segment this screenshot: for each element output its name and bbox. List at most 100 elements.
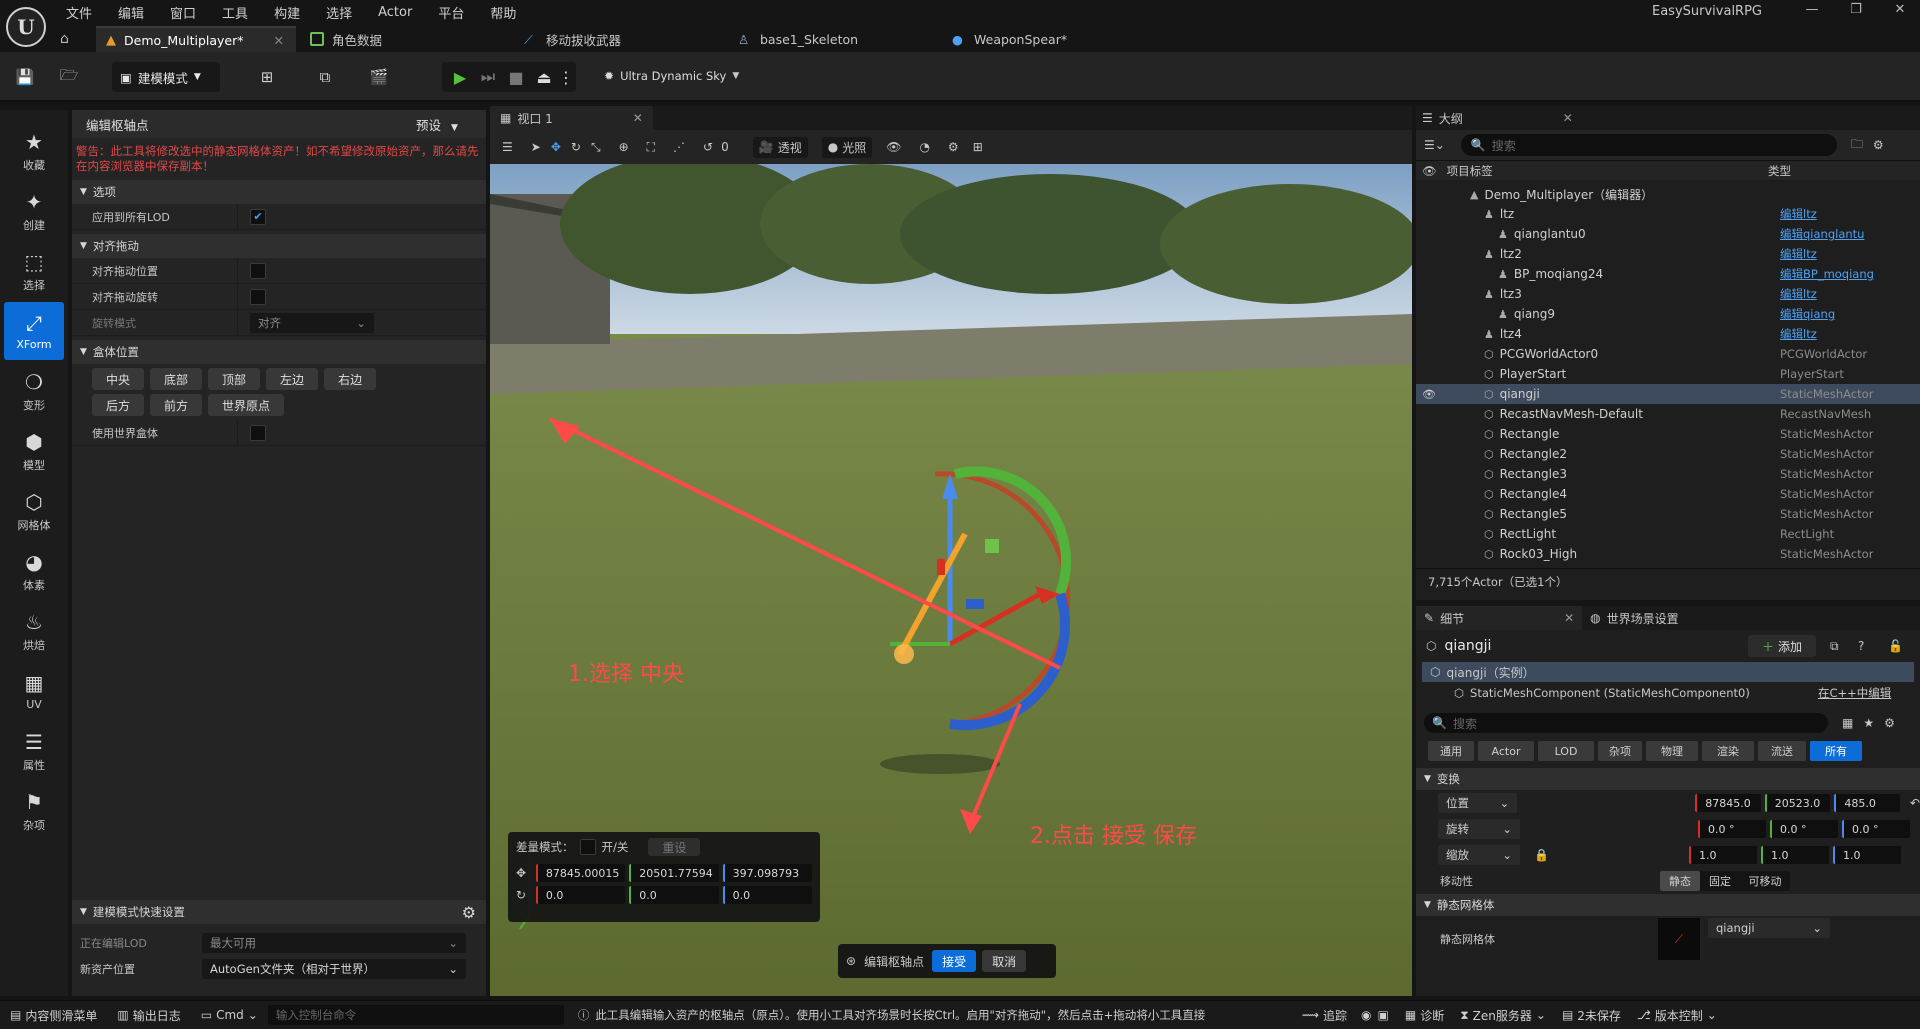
scale-dropdown[interactable]: 缩放 ⌄	[1438, 845, 1520, 865]
translate-icon[interactable]: ✥	[551, 140, 561, 154]
world-origin-button[interactable]: 世界原点	[208, 394, 285, 416]
tab-character-data[interactable]: 角色数据	[300, 26, 510, 52]
rotation-snap-icon[interactable]: ↺	[703, 140, 713, 154]
filter-all[interactable]: 所有	[1810, 741, 1862, 761]
outliner-row[interactable]: ⬡ RecastNavMesh-Default RecastNavMesh	[1416, 404, 1920, 424]
outliner-row[interactable]: ♟ ltz4 编辑ltz	[1416, 324, 1920, 344]
surface-snap-icon[interactable]: ⛶	[647, 140, 655, 155]
minimize-icon[interactable]: —	[1790, 2, 1834, 17]
mode-select-button[interactable]: ▣ 建模模式 ▼	[112, 62, 220, 92]
instance-row[interactable]: ⬡ qiangji（实例）	[1422, 662, 1914, 682]
lock-icon[interactable]: 🔒	[1534, 848, 1549, 862]
tab-weapon-spear[interactable]: ● WeaponSpear*	[942, 26, 1122, 52]
outliner-row[interactable]: ♟ ltz2 编辑ltz	[1416, 244, 1920, 264]
filter-common[interactable]: 通用	[1428, 741, 1474, 761]
category-select[interactable]: ⬚ 选择	[4, 242, 64, 300]
transform-section[interactable]: ▼ 变换	[1416, 768, 1920, 790]
viewport-tab[interactable]: ▦ 视口 1 ✕	[490, 106, 653, 130]
category-mesh[interactable]: ⬡ 网格体	[4, 482, 64, 540]
lock-icon[interactable]: 🔓	[1888, 639, 1903, 653]
new-asset-dropdown[interactable]: AutoGen文件夹（相对于世界） ⌄	[202, 959, 466, 979]
grid-view-icon[interactable]: ▦	[1842, 716, 1853, 730]
category-xform[interactable]: ⤢ XForm	[4, 302, 64, 360]
close-icon[interactable]: ✕	[1878, 2, 1920, 17]
layout-icon[interactable]: ⊞	[973, 140, 983, 154]
column-label[interactable]: 项目标签	[1447, 163, 1493, 179]
tab-world-settings[interactable]: ◍ 世界场景设置	[1582, 610, 1687, 627]
close-tab-icon[interactable]: ✕	[1563, 111, 1573, 125]
outliner-row[interactable]: ♟ ltz 编辑ltz	[1416, 204, 1920, 224]
use-world-box-checkbox[interactable]	[250, 424, 266, 441]
tab-demo-multiplayer[interactable]: ▲ Demo_Multiplayer* ✕	[96, 26, 296, 52]
eject-icon[interactable]: ⏏	[530, 68, 558, 87]
edit-cpp-link[interactable]: 在C++中编辑	[1818, 685, 1891, 701]
pivot-rot-x-input[interactable]: 0.0	[535, 886, 626, 904]
edit-blueprint-link[interactable]: 编辑ltz	[1780, 286, 1817, 302]
mobility-stationary[interactable]: 固定	[1700, 871, 1740, 891]
record-icon[interactable]: ◉	[1361, 1008, 1371, 1022]
outliner-row[interactable]: ⬡ Rectangle StaticMeshActor	[1416, 424, 1920, 444]
mobility-static[interactable]: 静态	[1660, 871, 1700, 891]
performance-icon[interactable]: ◔	[919, 140, 929, 154]
outliner-row[interactable]: ⬡ Rectangle5 StaticMeshActor	[1416, 504, 1920, 524]
perspective-dropdown[interactable]: 🎥 透视	[752, 136, 808, 158]
show-flags-icon[interactable]: 👁	[886, 140, 901, 154]
outliner-row[interactable]: ♟ qianglantu0 编辑qianglantu	[1416, 224, 1920, 244]
component-row[interactable]: ⬡ StaticMeshComponent (StaticMeshCompone…	[1416, 682, 1920, 704]
help-icon[interactable]: ?	[1858, 639, 1864, 653]
filter-lod[interactable]: LOD	[1538, 741, 1594, 761]
top-button[interactable]: 顶部	[208, 368, 261, 390]
filter-physics[interactable]: 物理	[1646, 741, 1698, 761]
rotate-icon[interactable]: ↻	[571, 140, 581, 154]
blueprint-icon[interactable]: ⧉	[310, 62, 340, 92]
outliner-row[interactable]: ⬡ Rectangle4 StaticMeshActor	[1416, 484, 1920, 504]
apply-lod-checkbox[interactable]: ✔	[250, 208, 266, 225]
edit-blueprint-link[interactable]: 编辑qiang	[1780, 306, 1835, 322]
trace-button[interactable]: ⟿ 追踪	[1302, 1007, 1347, 1024]
menu-platform[interactable]: 平台	[438, 3, 464, 22]
back-button[interactable]: 后方	[92, 394, 145, 416]
section-header[interactable]: ▼ 选项	[72, 180, 486, 204]
pivot-rot-z-input[interactable]: 0.0	[722, 886, 813, 904]
location-z[interactable]: 485.0	[1834, 794, 1900, 812]
align-rot-checkbox[interactable]	[250, 288, 266, 305]
scale-x[interactable]: 1.0	[1688, 846, 1757, 864]
home-icon[interactable]: ⌂	[60, 31, 90, 47]
scale-y[interactable]: 1.0	[1760, 846, 1829, 864]
category-bake[interactable]: ♨ 烘焙	[4, 602, 64, 660]
details-search-input[interactable]: 🔍 搜索	[1424, 713, 1828, 733]
delta-toggle-checkbox[interactable]	[579, 839, 596, 855]
edit-blueprint-link[interactable]: 编辑BP_moqiang	[1780, 266, 1874, 282]
filter-actor[interactable]: Actor	[1478, 741, 1534, 761]
static-mesh-dropdown[interactable]: qiangji ⌄	[1708, 918, 1830, 938]
output-log-button[interactable]: ▥ 输出日志	[107, 1007, 190, 1024]
outliner-row[interactable]: ⬡ Rectangle3 StaticMeshActor	[1416, 464, 1920, 484]
diagnostics-button[interactable]: ▦ 诊断	[1405, 1007, 1444, 1024]
tab-skeleton[interactable]: ♙ base1_Skeleton	[728, 26, 938, 52]
unreal-logo[interactable]: U	[6, 7, 46, 47]
scale-icon[interactable]: ⤡	[591, 140, 601, 155]
front-button[interactable]: 前方	[150, 394, 203, 416]
close-tab-icon[interactable]: ✕	[274, 33, 284, 48]
menu-build[interactable]: 构建	[274, 3, 300, 22]
pivot-z-input[interactable]: 397.098793	[722, 864, 813, 882]
visibility-icon[interactable]: 👁	[1422, 388, 1436, 401]
filter-icon[interactable]: ☰⌄	[1424, 138, 1445, 152]
category-misc[interactable]: ⚑ 杂项	[4, 782, 64, 840]
cmd-dropdown[interactable]: ▭ Cmd ⌄	[191, 1008, 268, 1022]
gear-icon[interactable]: ⚙	[1884, 716, 1895, 730]
pivot-x-input[interactable]: 87845.00015	[535, 864, 626, 882]
zen-server-button[interactable]: ⧗ Zen服务器 ⌄	[1460, 1007, 1546, 1024]
camera-icon[interactable]: ▣	[1378, 1008, 1389, 1022]
gear-icon[interactable]: ⚙	[1873, 138, 1884, 152]
outliner-row[interactable]: ♟ qiang9 编辑qiang	[1416, 304, 1920, 324]
outliner-row[interactable]: ⬡ Rectangle2 StaticMeshActor	[1416, 444, 1920, 464]
select-mode-icon[interactable]: ➤	[531, 140, 541, 154]
edit-blueprint-link[interactable]: 编辑ltz	[1780, 326, 1817, 342]
outliner-row[interactable]: 👁 ⬡ qiangji StaticMeshActor	[1416, 384, 1920, 404]
snap-value[interactable]: 0	[721, 140, 729, 154]
star-icon[interactable]: ★	[1863, 716, 1874, 730]
step-icon[interactable]: ⏭	[474, 67, 502, 87]
play-icon[interactable]: ▶	[446, 68, 474, 87]
menu-edit[interactable]: 编辑	[118, 3, 144, 22]
